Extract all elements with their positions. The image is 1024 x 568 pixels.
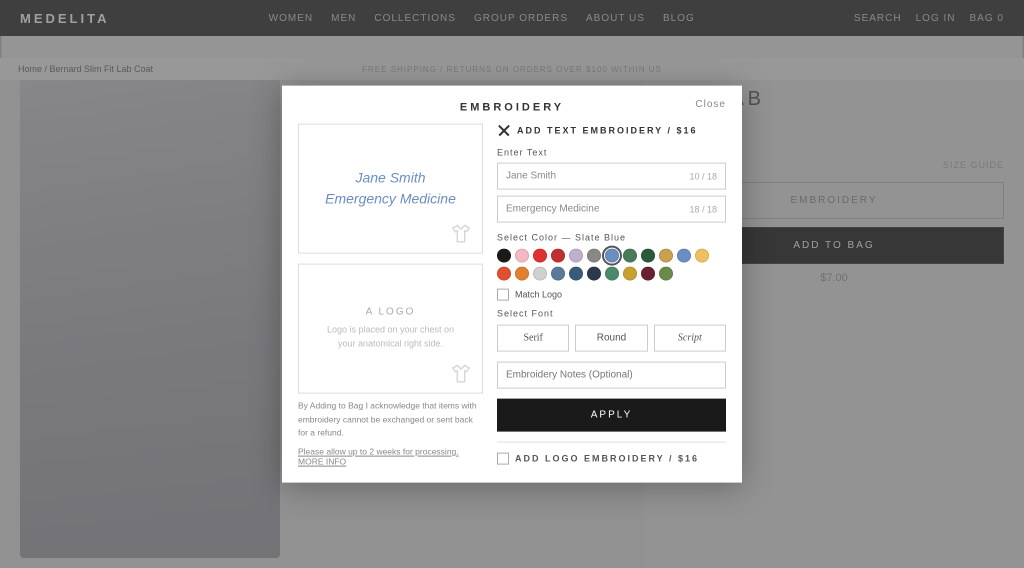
color-swatch-2[interactable] xyxy=(533,249,547,263)
embroidery-modal: EMBROIDERY Close Jane Smith Emergency Me… xyxy=(282,86,742,483)
line1-char-count: 10 / 18 xyxy=(689,171,725,181)
line2-input-row: 18 / 18 xyxy=(497,196,726,223)
enter-text-label: Enter Text xyxy=(497,148,726,158)
color-swatch-14[interactable] xyxy=(533,267,547,281)
modal-header: EMBROIDERY Close xyxy=(282,86,742,124)
shirt-icon xyxy=(450,223,472,245)
logo-embroidery-label: ADD LOGO EMBROIDERY / $16 xyxy=(515,454,699,464)
apply-button[interactable]: APPLY xyxy=(497,399,726,432)
color-swatch-1[interactable] xyxy=(515,249,529,263)
line1-input-row: 10 / 18 xyxy=(497,163,726,190)
color-swatch-16[interactable] xyxy=(569,267,583,281)
controls-column: ADD TEXT EMBROIDERY / $16 Enter Text 10 … xyxy=(497,124,726,467)
section-label: ADD TEXT EMBROIDERY / $16 xyxy=(517,126,698,136)
text-embroidery-preview: Jane Smith Emergency Medicine xyxy=(298,124,483,254)
color-swatch-10[interactable] xyxy=(677,249,691,263)
match-logo-row: Match Logo xyxy=(497,289,726,301)
more-info-link[interactable]: MORE INFO xyxy=(298,456,346,466)
color-swatch-15[interactable] xyxy=(551,267,565,281)
preview-column: Jane Smith Emergency Medicine A LOGO Log… xyxy=(298,124,483,467)
font-round-button[interactable]: Round xyxy=(575,325,647,352)
color-label: Select Color — Slate Blue xyxy=(497,233,726,243)
processing-text: Please allow up to 2 weeks for processin… xyxy=(298,446,483,466)
logo-desc: Logo is placed on your chest onyour anat… xyxy=(327,324,454,351)
line2-char-count: 18 / 18 xyxy=(689,204,725,214)
font-buttons: Serif Round Script xyxy=(497,325,726,352)
x-icon xyxy=(497,124,511,138)
line2-input[interactable] xyxy=(498,197,689,222)
font-script-button[interactable]: Script xyxy=(654,325,726,352)
line1-input[interactable] xyxy=(498,164,689,189)
color-swatch-13[interactable] xyxy=(515,267,529,281)
match-logo-checkbox[interactable] xyxy=(497,289,509,301)
color-swatch-6[interactable] xyxy=(605,249,619,263)
color-swatch-18[interactable] xyxy=(605,267,619,281)
color-swatch-7[interactable] xyxy=(623,249,637,263)
disclaimer-text: By Adding to Bag I acknowledge that item… xyxy=(298,400,483,441)
close-button[interactable]: Close xyxy=(695,99,726,110)
color-swatch-11[interactable] xyxy=(695,249,709,263)
logo-title: A LOGO xyxy=(366,307,416,318)
preview-name: Jane Smith Emergency Medicine xyxy=(325,168,456,210)
font-serif-button[interactable]: Serif xyxy=(497,325,569,352)
color-swatch-8[interactable] xyxy=(641,249,655,263)
embroidery-notes-input[interactable] xyxy=(497,362,726,389)
color-swatch-20[interactable] xyxy=(641,267,655,281)
color-swatch-17[interactable] xyxy=(587,267,601,281)
color-swatch-0[interactable] xyxy=(497,249,511,263)
logo-embroidery-checkbox[interactable] xyxy=(497,453,509,465)
color-swatch-21[interactable] xyxy=(659,267,673,281)
color-swatch-4[interactable] xyxy=(569,249,583,263)
color-swatch-9[interactable] xyxy=(659,249,673,263)
text-embroidery-section-header: ADD TEXT EMBROIDERY / $16 xyxy=(497,124,726,138)
color-swatch-19[interactable] xyxy=(623,267,637,281)
logo-embroidery-row: ADD LOGO EMBROIDERY / $16 xyxy=(497,442,726,465)
color-swatch-3[interactable] xyxy=(551,249,565,263)
font-label: Select Font xyxy=(497,309,726,319)
shirt-icon-2 xyxy=(450,363,472,385)
modal-title: EMBROIDERY xyxy=(460,102,564,114)
color-swatch-5[interactable] xyxy=(587,249,601,263)
match-logo-label: Match Logo xyxy=(515,290,562,300)
color-swatch-12[interactable] xyxy=(497,267,511,281)
modal-body: Jane Smith Emergency Medicine A LOGO Log… xyxy=(282,124,742,483)
color-swatch-grid xyxy=(497,249,726,281)
logo-embroidery-preview: A LOGO Logo is placed on your chest onyo… xyxy=(298,264,483,394)
